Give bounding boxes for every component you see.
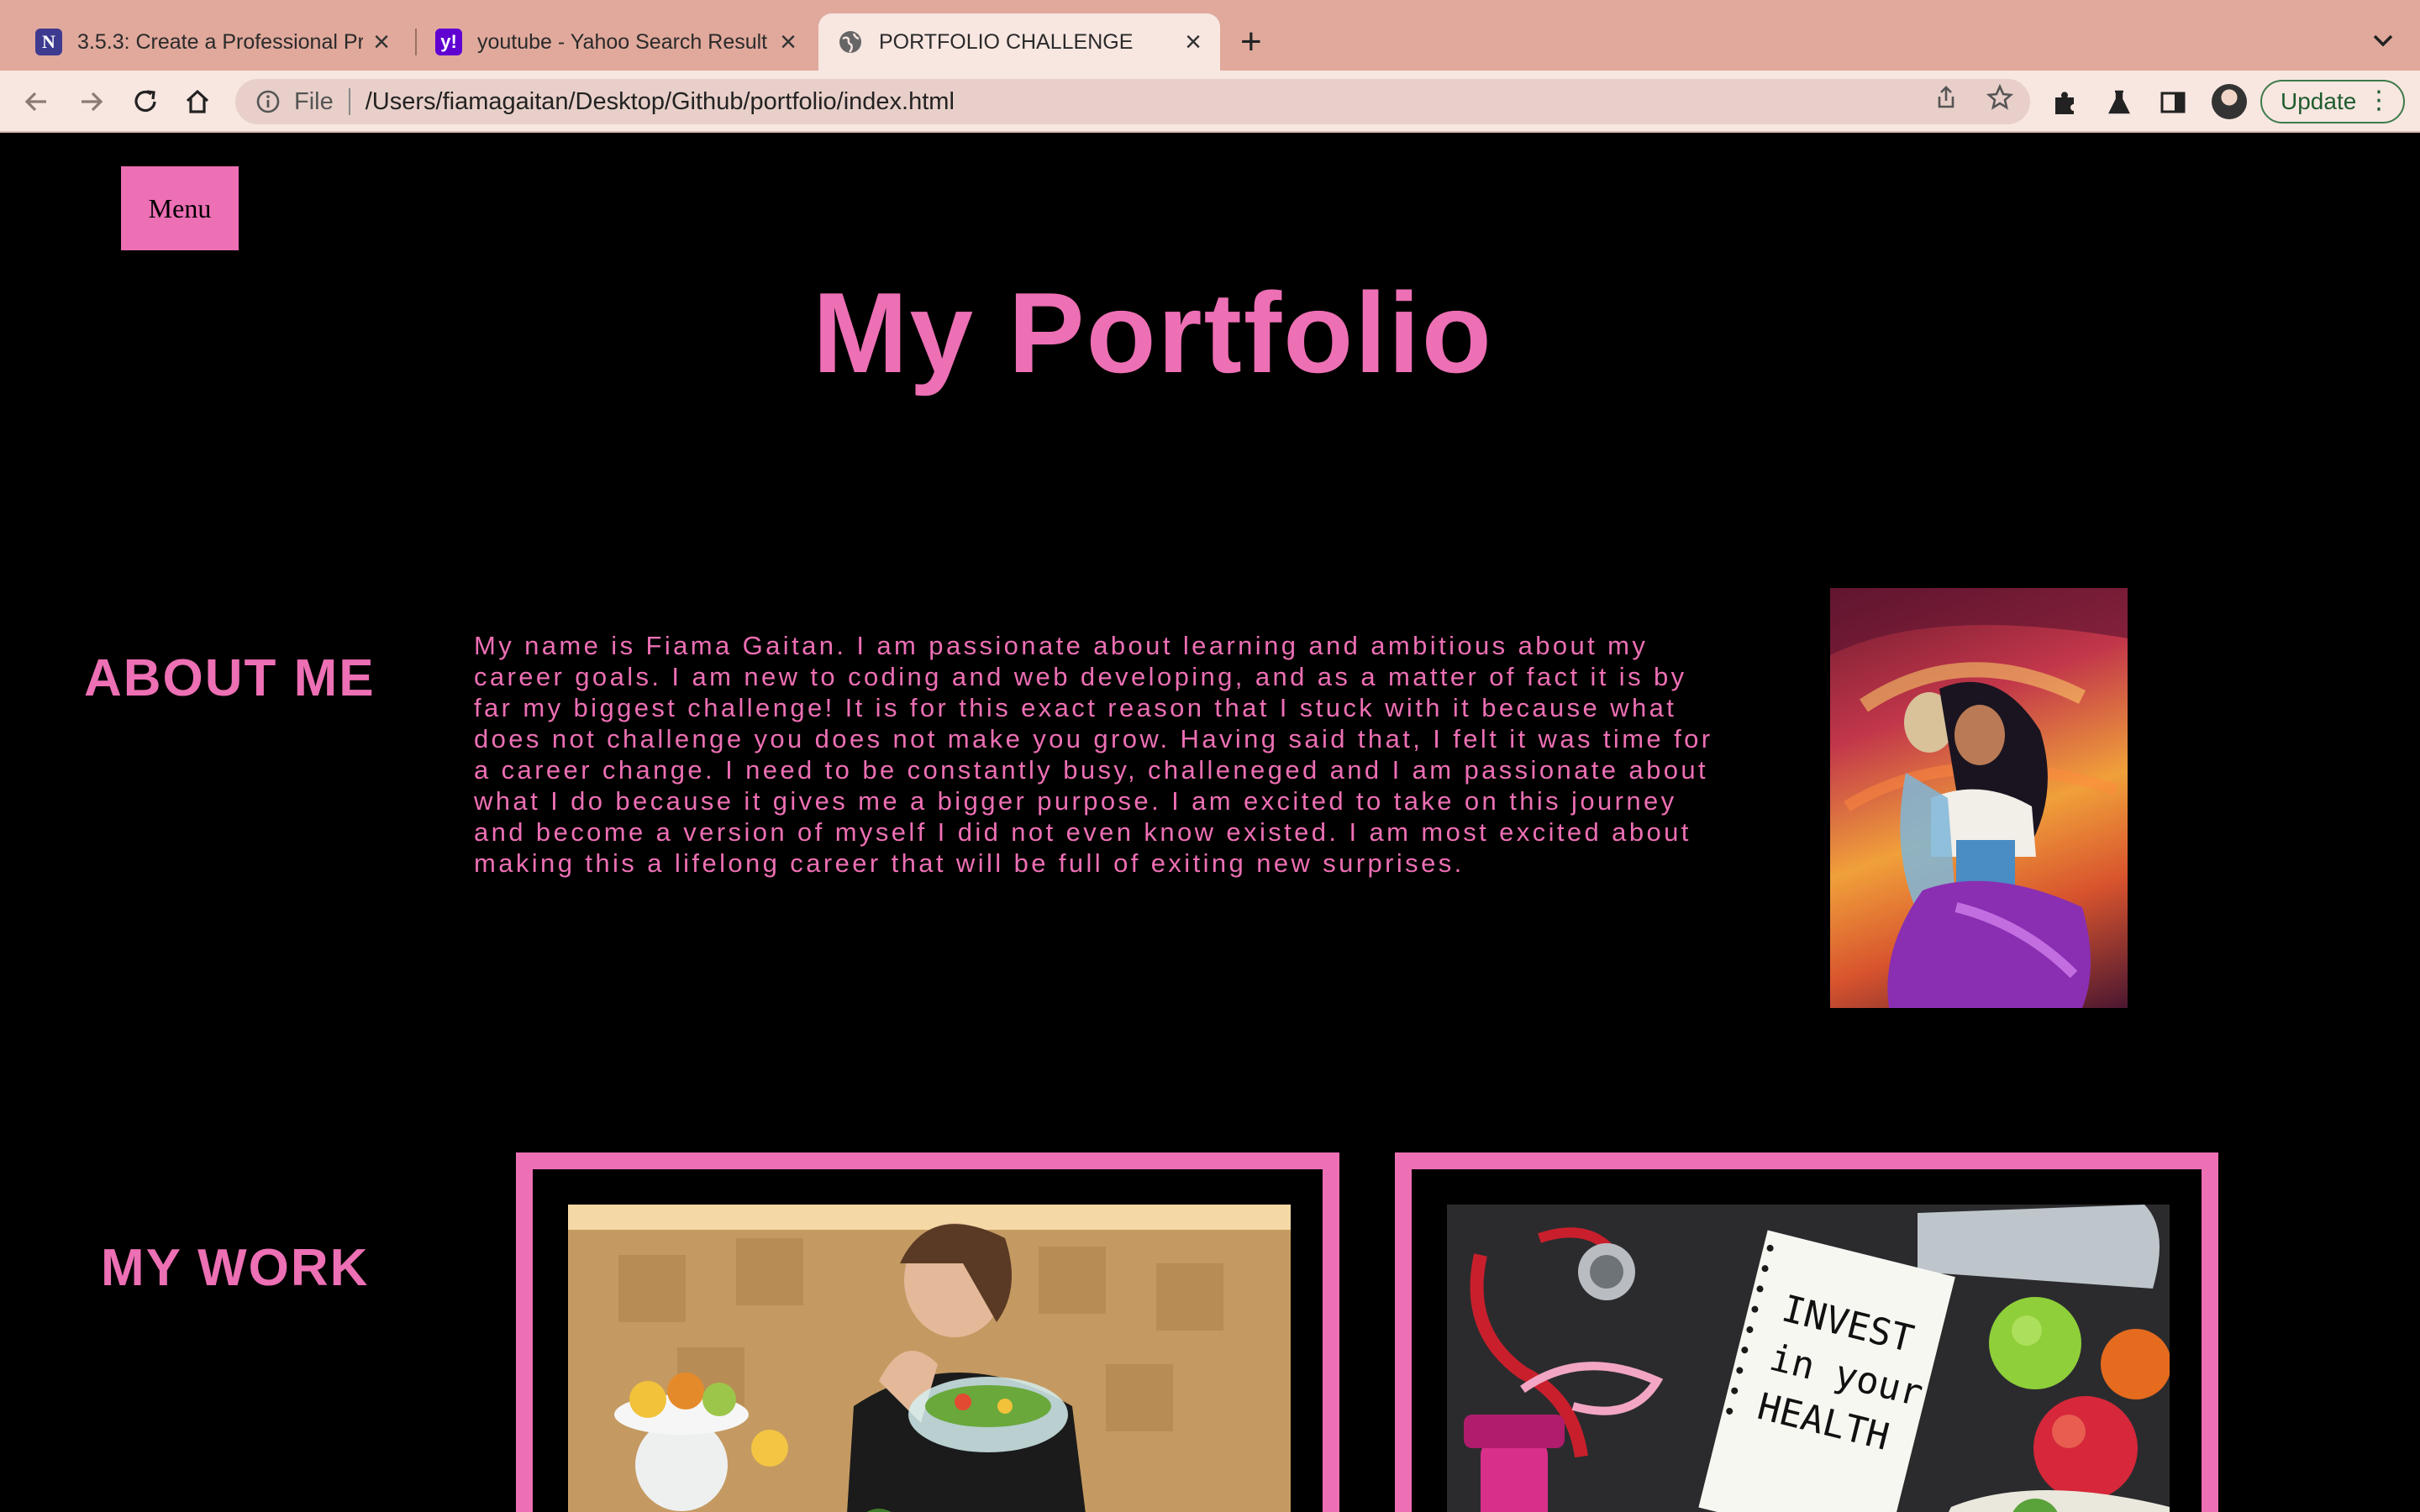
tab-title: PORTFOLIO CHALLENGE bbox=[879, 29, 1134, 54]
close-tab-icon[interactable]: × bbox=[780, 28, 797, 56]
about-me-text: My name is Fiama Gaitan. I am passionate… bbox=[474, 631, 1713, 878]
yahoo-favicon-icon: y! bbox=[435, 29, 462, 55]
labs-flask-icon[interactable] bbox=[2102, 86, 2136, 119]
invest-in-health-photo: INVEST in your HEALTH bbox=[1447, 1205, 2170, 1512]
my-work-heading: MY WORK bbox=[101, 1239, 370, 1297]
about-me-heading: ABOUT ME bbox=[84, 649, 376, 707]
profile-avatar[interactable] bbox=[2212, 84, 2247, 119]
tab-course[interactable]: N 3.5.3: Create a Professional Pr × bbox=[17, 13, 408, 71]
tab-portfolio-challenge[interactable]: PORTFOLIO CHALLENGE × bbox=[818, 13, 1220, 71]
close-tab-icon[interactable]: × bbox=[373, 28, 390, 56]
bookmark-star-icon[interactable] bbox=[1983, 81, 2017, 114]
healthy-eating-photo bbox=[568, 1205, 1291, 1512]
extensions-puzzle-icon[interactable] bbox=[2049, 86, 2082, 119]
more-options-icon[interactable]: ⋮ bbox=[2366, 88, 2391, 113]
new-tab-plus-icon[interactable]: + bbox=[1240, 22, 1262, 62]
close-tab-icon[interactable]: × bbox=[1185, 28, 1202, 56]
menu-button[interactable]: Menu bbox=[121, 166, 239, 250]
tab-strip: N 3.5.3: Create a Professional Pr × y! y… bbox=[0, 0, 2420, 71]
address-bar[interactable]: File /Users/fiamagaitan/Desktop/Github/p… bbox=[235, 79, 2030, 124]
share-icon[interactable] bbox=[1929, 81, 1963, 114]
globe-icon bbox=[837, 29, 864, 55]
tab-title: 3.5.3: Create a Professional Pr bbox=[77, 29, 364, 54]
tab-title: youtube - Yahoo Search Result bbox=[477, 29, 768, 54]
address-divider bbox=[348, 88, 350, 115]
tab-search-chevron-down-icon[interactable] bbox=[2366, 24, 2400, 57]
update-button[interactable]: Update ⋮ bbox=[2260, 80, 2405, 123]
reload-icon[interactable] bbox=[128, 84, 163, 119]
profile-portrait-image bbox=[1830, 588, 2128, 1008]
site-info-icon[interactable] bbox=[255, 89, 281, 114]
side-panel-icon[interactable] bbox=[2156, 86, 2190, 119]
tab-yahoo-search[interactable]: y! youtube - Yahoo Search Result × bbox=[417, 13, 815, 71]
portfolio-page: Menu My Portfolio ABOUT ME My name is Fi… bbox=[0, 133, 2420, 1512]
update-button-label: Update bbox=[2281, 88, 2357, 114]
notion-favicon-icon: N bbox=[35, 29, 62, 55]
page-title: My Portfolio bbox=[813, 269, 1493, 396]
address-scheme: File bbox=[294, 87, 334, 115]
address-url[interactable]: /Users/fiamagaitan/Desktop/Github/portfo… bbox=[366, 88, 955, 116]
forward-arrow-icon[interactable] bbox=[74, 84, 109, 119]
work-project-card[interactable]: INVEST in your HEALTH bbox=[1395, 1152, 2218, 1512]
browser-toolbar: File /Users/fiamagaitan/Desktop/Github/p… bbox=[0, 71, 2420, 133]
work-project-card[interactable] bbox=[516, 1152, 1339, 1512]
back-arrow-icon[interactable] bbox=[18, 84, 54, 119]
home-icon[interactable] bbox=[180, 84, 215, 119]
